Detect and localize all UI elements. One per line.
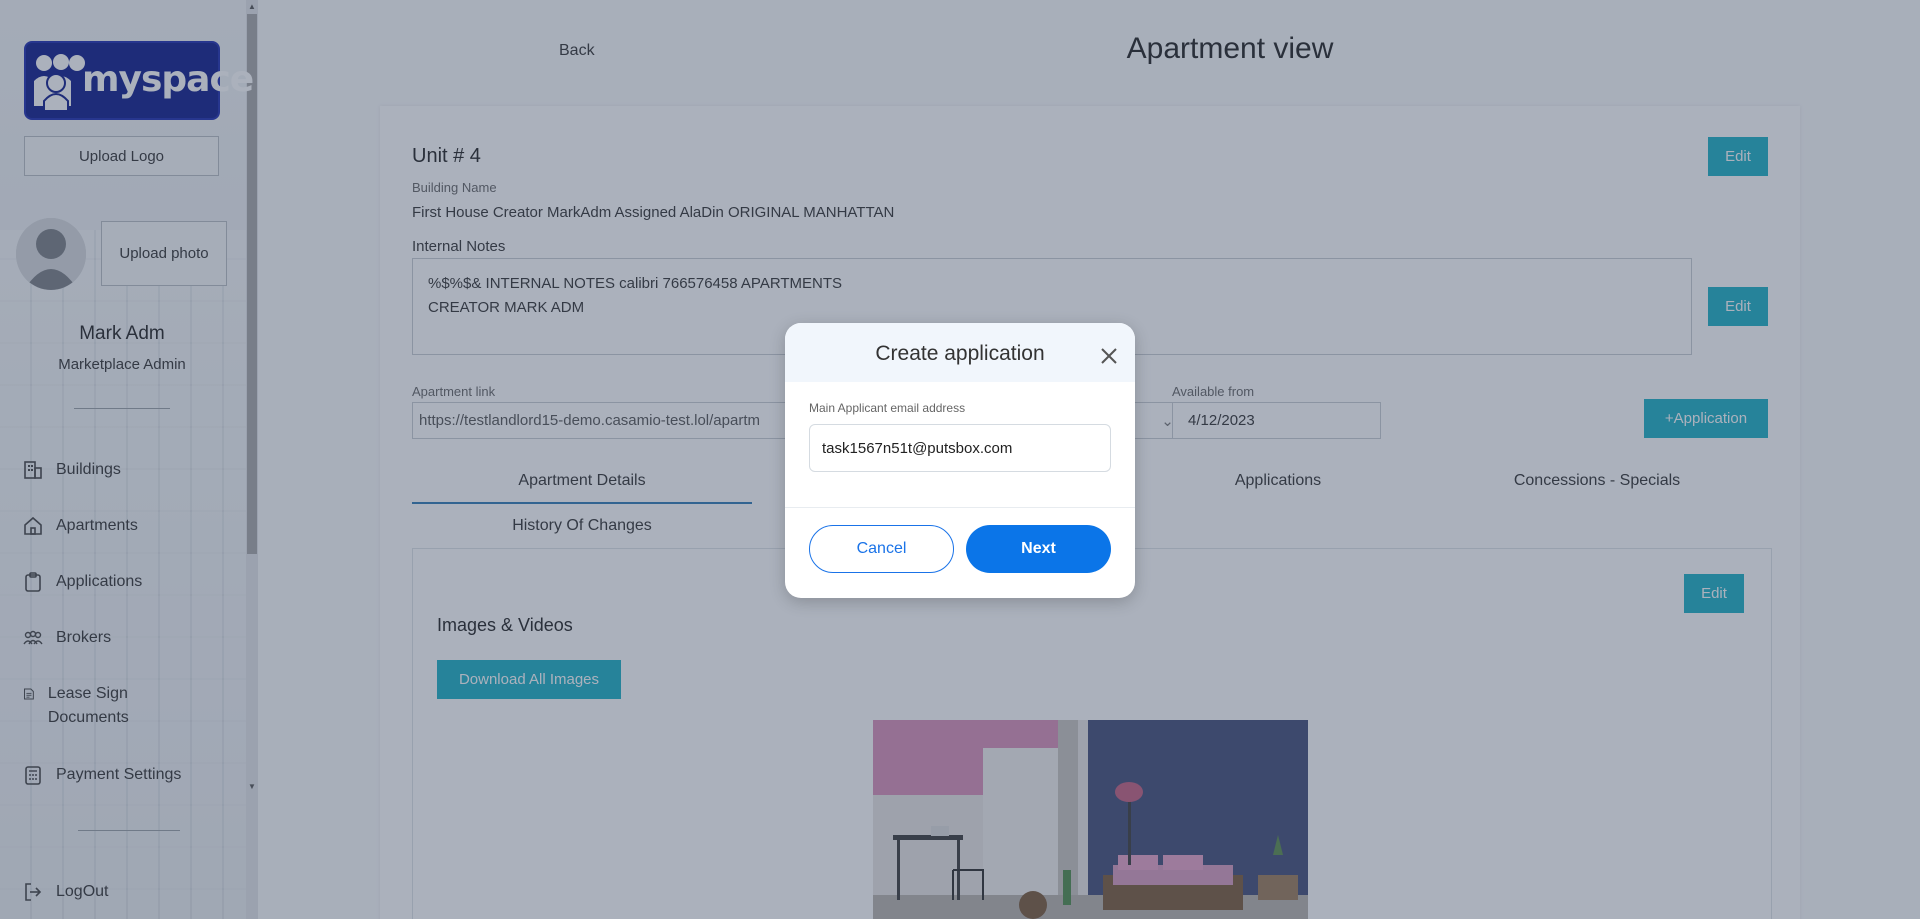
create-application-modal: Create application Main Applicant email … (785, 323, 1135, 598)
modal-divider (785, 507, 1135, 508)
email-field-label: Main Applicant email address (809, 401, 966, 415)
email-field[interactable]: task1567n51t@putsbox.com (809, 424, 1111, 472)
modal-title: Create application (875, 342, 1045, 365)
cancel-button[interactable]: Cancel (809, 525, 954, 573)
next-button[interactable]: Next (966, 525, 1111, 573)
close-icon[interactable] (1099, 346, 1119, 366)
